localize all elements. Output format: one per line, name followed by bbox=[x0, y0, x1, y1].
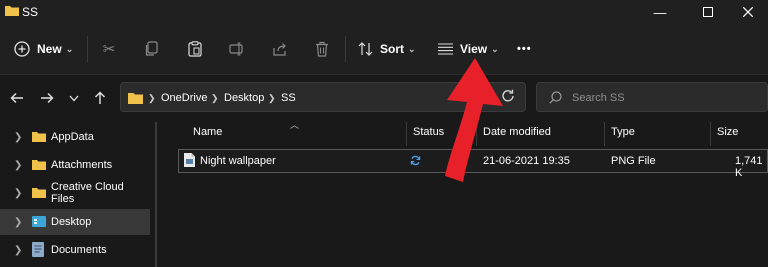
column-separator[interactable] bbox=[604, 122, 605, 146]
chevron-down-icon bbox=[69, 95, 79, 101]
nav-pane-scrollbar[interactable] bbox=[155, 122, 157, 267]
maximize-icon bbox=[703, 7, 713, 17]
breadcrumb-onedrive[interactable]: OneDrive bbox=[161, 92, 207, 104]
chevron-right-icon: ❯ bbox=[268, 93, 276, 103]
chevron-down-icon: ⌄ bbox=[491, 43, 499, 54]
column-header-name[interactable]: Name bbox=[193, 126, 222, 138]
scissors-icon: ✂ bbox=[102, 41, 116, 58]
file-type: PNG File bbox=[611, 155, 656, 167]
folder-icon bbox=[32, 188, 46, 198]
nav-item-label: Documents bbox=[51, 244, 107, 256]
nav-item-appdata[interactable]: ❯ AppData bbox=[0, 124, 150, 150]
more-icon: ••• bbox=[517, 43, 532, 55]
new-button[interactable]: New ⌄ bbox=[14, 38, 73, 60]
delete-button[interactable] bbox=[311, 38, 333, 60]
chevron-right-icon: ❯ bbox=[14, 159, 23, 171]
nav-item-desktop[interactable]: ❯ Desktop bbox=[0, 209, 150, 235]
toolbar-separator bbox=[345, 36, 346, 62]
window-title: SS bbox=[22, 5, 39, 19]
copy-button[interactable] bbox=[141, 38, 163, 60]
see-more-button[interactable]: ••• bbox=[517, 38, 532, 60]
nav-item-label: Creative Cloud Files bbox=[51, 181, 124, 205]
toolbar-separator bbox=[87, 36, 88, 62]
minimize-icon: — bbox=[653, 4, 667, 20]
column-header-type[interactable]: Type bbox=[611, 126, 635, 138]
chevron-right-icon: ❯ bbox=[14, 244, 23, 256]
rename-button[interactable] bbox=[226, 38, 248, 60]
arrow-right-icon bbox=[41, 93, 54, 103]
chevron-right-icon: ❯ bbox=[148, 93, 156, 103]
arrow-up-icon bbox=[95, 91, 105, 104]
sort-button[interactable]: Sort ⌄ bbox=[358, 38, 416, 60]
close-button[interactable] bbox=[728, 0, 768, 24]
view-label: View bbox=[460, 42, 488, 56]
view-icon bbox=[438, 43, 453, 55]
share-icon bbox=[273, 43, 286, 56]
folder-icon bbox=[5, 6, 19, 16]
breadcrumb-desktop[interactable]: Desktop bbox=[224, 92, 264, 104]
sort-ascending-icon: ︿ bbox=[290, 120, 300, 130]
nav-item-creative-cloud-files[interactable]: ❯ Creative Cloud Files bbox=[0, 180, 150, 206]
folder-icon bbox=[32, 160, 46, 170]
chevron-right-icon: ❯ bbox=[14, 131, 23, 143]
breadcrumb-ss[interactable]: SS bbox=[281, 92, 296, 104]
plus-circle-icon bbox=[14, 41, 30, 57]
column-header-size[interactable]: Size bbox=[717, 126, 738, 138]
chevron-right-icon: ❯ bbox=[14, 216, 23, 228]
sort-icon bbox=[358, 42, 373, 56]
search-input[interactable]: Search SS bbox=[572, 92, 625, 104]
column-separator[interactable] bbox=[710, 122, 711, 146]
documents-icon bbox=[32, 242, 44, 257]
minimize-button[interactable]: — bbox=[640, 0, 680, 24]
forward-button[interactable] bbox=[37, 88, 57, 108]
copy-icon bbox=[145, 41, 158, 56]
up-button[interactable] bbox=[90, 88, 110, 108]
nav-item-attachments[interactable]: ❯ Attachments bbox=[0, 152, 150, 178]
file-size: 1,741 K bbox=[735, 155, 763, 179]
arrow-left-icon bbox=[10, 93, 23, 103]
back-button[interactable] bbox=[7, 88, 27, 108]
column-separator[interactable] bbox=[406, 122, 407, 146]
annotation-arrow bbox=[445, 58, 503, 182]
rename-icon bbox=[229, 42, 243, 56]
recent-locations-button[interactable] bbox=[64, 88, 84, 108]
nav-item-label: AppData bbox=[51, 131, 94, 143]
cut-button[interactable]: ✂ bbox=[98, 38, 120, 60]
nav-item-documents[interactable]: ❯ Documents bbox=[0, 237, 150, 263]
nav-item-label: Desktop bbox=[51, 216, 92, 228]
folder-icon bbox=[128, 93, 143, 104]
new-label: New bbox=[37, 42, 62, 56]
folder-icon bbox=[32, 132, 46, 142]
share-button[interactable] bbox=[269, 38, 291, 60]
paste-button[interactable] bbox=[184, 38, 206, 60]
trash-icon bbox=[316, 41, 328, 57]
search-box[interactable] bbox=[536, 82, 768, 112]
sync-icon bbox=[410, 155, 421, 166]
maximize-button[interactable] bbox=[688, 0, 728, 24]
close-icon bbox=[743, 7, 753, 17]
chevron-down-icon: ⌄ bbox=[65, 43, 74, 54]
chevron-right-icon: ❯ bbox=[14, 187, 23, 199]
clipboard-icon bbox=[188, 41, 202, 57]
file-name: Night wallpaper bbox=[200, 155, 276, 167]
image-file-icon bbox=[184, 153, 195, 167]
desktop-icon bbox=[32, 216, 46, 227]
chevron-right-icon: ❯ bbox=[211, 93, 219, 103]
nav-item-label: Attachments bbox=[51, 159, 113, 171]
sort-label: Sort bbox=[380, 42, 404, 56]
chevron-down-icon: ⌄ bbox=[408, 43, 416, 54]
search-icon bbox=[549, 91, 562, 104]
